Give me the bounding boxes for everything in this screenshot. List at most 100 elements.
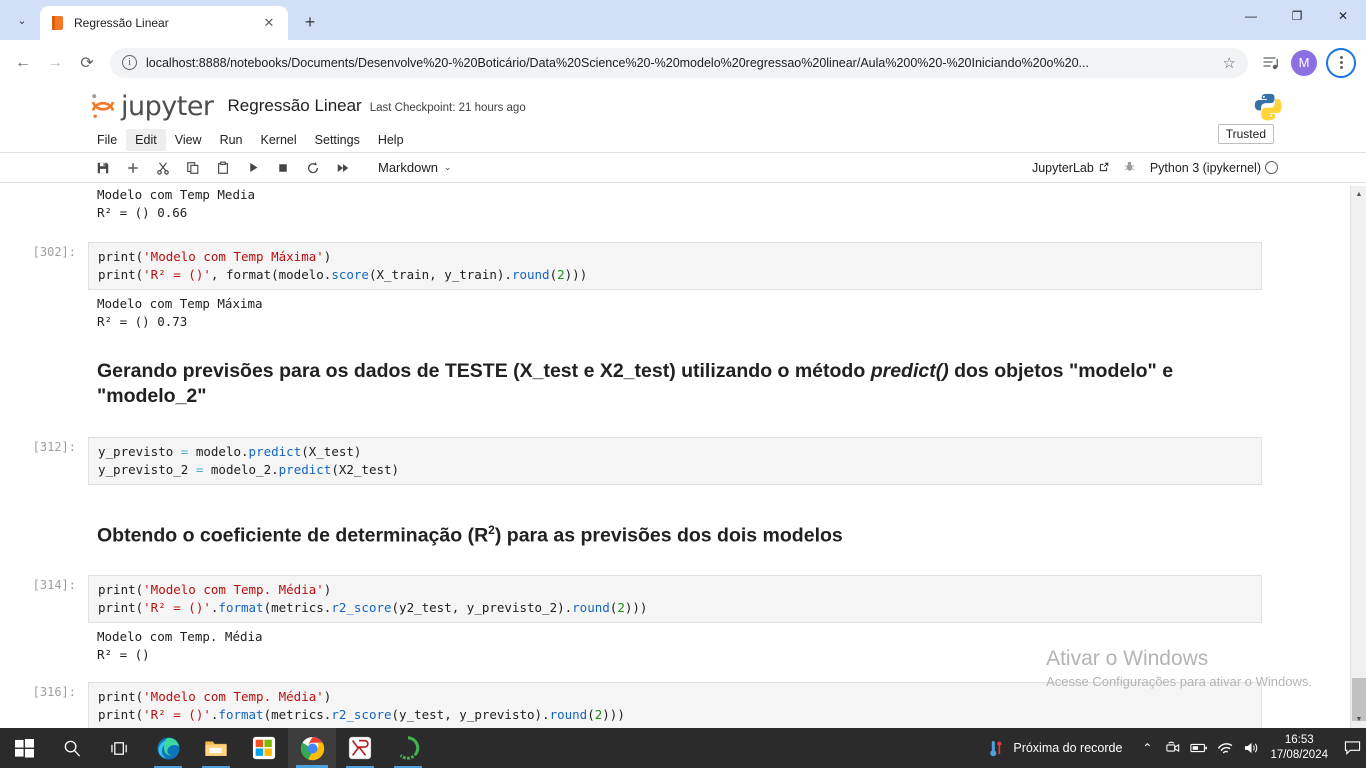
- markdown-heading: Obtendo o coeficiente de determinação (R…: [97, 523, 843, 547]
- cell-code-editor[interactable]: print('Modelo com Temp Máxima') print('R…: [88, 242, 1262, 290]
- menu-kernel[interactable]: Kernel: [252, 129, 306, 151]
- jupyterlab-link[interactable]: JupyterLab: [1032, 161, 1109, 175]
- notification-center-button[interactable]: [1338, 728, 1366, 768]
- wifi-icon[interactable]: [1212, 728, 1238, 768]
- save-icon[interactable]: [88, 156, 118, 180]
- cell-code-editor[interactable]: print('Modelo com Temp. Média') print('R…: [88, 681, 1262, 728]
- cell-type-value: Markdown: [378, 160, 438, 175]
- jupyter-logo[interactable]: jupyter: [88, 91, 214, 122]
- menu-run[interactable]: Run: [211, 129, 252, 151]
- notebook-cell-314[interactable]: [314]: print('Modelo com Temp. Média') p…: [33, 574, 1262, 670]
- bookmark-star-icon[interactable]: ☆: [1223, 54, 1236, 72]
- chrome-button[interactable]: [288, 728, 336, 768]
- window-controls: — ❐ ✕: [1228, 0, 1366, 32]
- weather-label: Próxima do recorde: [1013, 741, 1123, 755]
- windows-taskbar: Próxima do recorde ⌃ 16:53 17/08/2024: [0, 728, 1366, 768]
- volume-icon[interactable]: [1238, 728, 1264, 768]
- scroll-down-arrow-icon[interactable]: ▼: [1351, 711, 1366, 728]
- tab-close-icon[interactable]: ✕: [260, 14, 278, 32]
- notebook-favicon-icon: [50, 15, 66, 31]
- page-viewport: jupyter Regressão Linear Last Checkpoint…: [0, 85, 1366, 728]
- cut-icon[interactable]: [148, 156, 178, 180]
- jupyter-wordmark: jupyter: [121, 90, 214, 122]
- menu-file[interactable]: File: [88, 129, 126, 151]
- site-info-icon[interactable]: i: [122, 55, 137, 70]
- camera-icon[interactable]: [1160, 728, 1186, 768]
- add-cell-icon[interactable]: [118, 156, 148, 180]
- menu-help[interactable]: Help: [369, 129, 413, 151]
- notebook-cell-output-partial[interactable]: Modelo com Temp Media R² = () 0.66: [88, 186, 1262, 228]
- cell-output: Modelo com Temp Máxima R² = () 0.73: [88, 290, 1262, 337]
- notebook-cell-316[interactable]: [316]: print('Modelo com Temp. Média') p…: [33, 681, 1262, 728]
- browser-tab-strip: ⌄ Regressão Linear ✕ + — ❐ ✕: [0, 0, 1366, 40]
- start-button[interactable]: [0, 728, 48, 768]
- cell-code-editor[interactable]: print('Modelo com Temp. Média') print('R…: [88, 574, 1262, 623]
- cell-prompt: [314]:: [32, 577, 76, 592]
- restart-run-all-icon[interactable]: [328, 156, 358, 180]
- file-explorer-button[interactable]: [192, 728, 240, 768]
- copy-icon[interactable]: [178, 156, 208, 180]
- tab-search-button[interactable]: ⌄: [8, 6, 36, 34]
- menu-settings[interactable]: Settings: [306, 129, 369, 151]
- clock-time: 16:53: [1284, 734, 1314, 746]
- cell-output: Modelo com Temp. Média R² = (): [88, 622, 1262, 670]
- menu-view[interactable]: View: [166, 129, 211, 151]
- restart-kernel-icon[interactable]: [298, 156, 328, 180]
- kebab-menu-icon: [1339, 56, 1343, 69]
- system-tray: Próxima do recorde ⌃ 16:53 17/08/2024: [976, 728, 1366, 768]
- kernel-name-label: Python 3 (ipykernel): [1149, 160, 1261, 175]
- microsoft-store-button[interactable]: [240, 728, 288, 768]
- anaconda-button[interactable]: [384, 728, 432, 768]
- cell-type-select[interactable]: Markdown ⌄: [372, 158, 458, 177]
- debug-bug-icon[interactable]: [1123, 160, 1136, 176]
- scroll-up-arrow-icon[interactable]: ▲: [1351, 186, 1366, 203]
- last-checkpoint-label: Last Checkpoint: 21 hours ago: [369, 102, 526, 114]
- notebook-scroll-area[interactable]: Modelo com Temp Media R² = () 0.66 [302]…: [0, 186, 1350, 728]
- cell-prompt: [302]:: [32, 245, 76, 259]
- run-cell-icon[interactable]: [238, 156, 268, 180]
- tray-expand-button[interactable]: ⌃: [1134, 728, 1160, 768]
- browser-menu-button[interactable]: [1326, 47, 1356, 78]
- new-tab-button[interactable]: +: [296, 8, 324, 36]
- notebook-title[interactable]: Regressão Linear: [228, 96, 362, 116]
- window-close-button[interactable]: ✕: [1320, 0, 1366, 32]
- kernel-status[interactable]: Python 3 (ipykernel): [1150, 161, 1278, 175]
- forward-button[interactable]: →: [40, 48, 70, 78]
- notebook-cell-302[interactable]: [302]: print('Modelo com Temp Máxima') p…: [33, 242, 1262, 337]
- battery-icon[interactable]: [1186, 728, 1212, 768]
- paste-icon[interactable]: [208, 156, 238, 180]
- browser-tab-title: Regressão Linear: [74, 16, 169, 30]
- cell-prompt: [316]:: [32, 684, 76, 699]
- window-maximize-button[interactable]: ❐: [1274, 0, 1320, 32]
- rstudio-button[interactable]: [336, 728, 384, 768]
- jupyter-logo-icon: [88, 91, 118, 121]
- menu-edit[interactable]: Edit: [126, 128, 166, 151]
- edge-button[interactable]: [144, 728, 192, 768]
- weather-widget[interactable]: Próxima do recorde: [976, 739, 1134, 758]
- cell-code-editor[interactable]: y_previsto = modelo.predict(X_test) y_pr…: [88, 437, 1262, 485]
- python-logo-icon: [1252, 91, 1282, 121]
- profile-avatar[interactable]: M: [1291, 49, 1317, 76]
- stop-kernel-icon[interactable]: [268, 156, 298, 180]
- search-button[interactable]: [48, 728, 96, 768]
- window-minimize-button[interactable]: —: [1228, 0, 1274, 32]
- task-view-button[interactable]: [96, 728, 144, 768]
- cell-prompt: [312]:: [32, 440, 76, 454]
- notebook-cell-312[interactable]: [312]: y_previsto = modelo.predict(X_tes…: [33, 437, 1262, 485]
- notebook-cell-markdown-1[interactable]: Gerando previsões para os dados de TESTE…: [88, 353, 1262, 417]
- media-control-icon[interactable]: [1256, 48, 1286, 78]
- trusted-badge[interactable]: Trusted: [1217, 124, 1274, 144]
- jupyter-toolbar: Markdown ⌄ JupyterLab Python 3 (ipykerne…: [0, 153, 1366, 183]
- kernel-idle-indicator-icon: [1265, 161, 1278, 174]
- reload-button[interactable]: ⟳: [72, 48, 102, 78]
- browser-toolbar: ← → ⟳ i localhost:8888/notebooks/Documen…: [0, 40, 1366, 85]
- taskbar-clock[interactable]: 16:53 17/08/2024: [1264, 733, 1338, 763]
- address-bar[interactable]: i localhost:8888/notebooks/Documents/Des…: [110, 47, 1248, 78]
- jupyterlab-label: JupyterLab: [1031, 160, 1094, 175]
- address-bar-url: localhost:8888/notebooks/Documents/Desen…: [146, 55, 1089, 70]
- back-button[interactable]: ←: [8, 48, 38, 78]
- cell-output: Modelo com Temp Media R² = () 0.66: [88, 186, 1262, 228]
- browser-tab[interactable]: Regressão Linear ✕: [40, 6, 288, 40]
- notebook-cell-markdown-2[interactable]: Obtendo o coeficiente de determinação (R…: [88, 512, 1262, 557]
- page-scrollbar[interactable]: ▲ ▼: [1350, 186, 1366, 728]
